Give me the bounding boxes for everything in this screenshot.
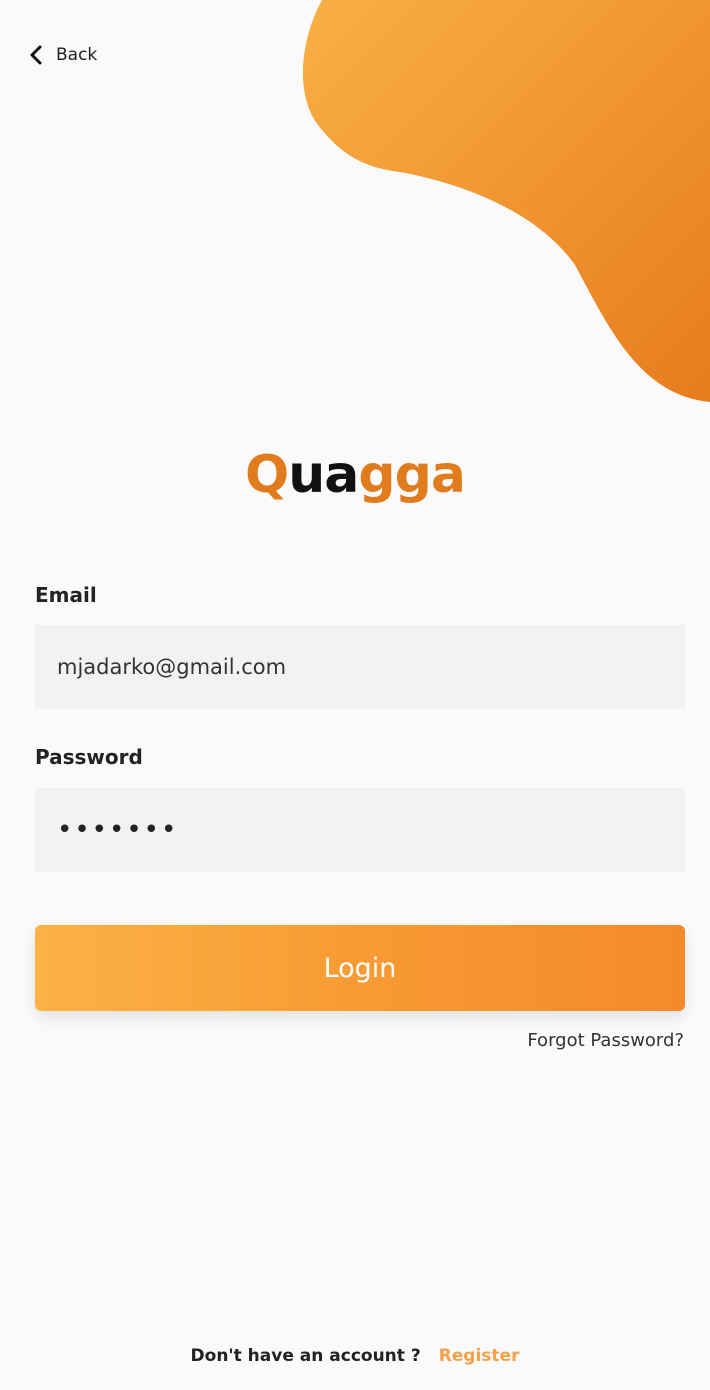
no-account-text: Don't have an account ? [190, 1346, 421, 1366]
brand-letter: a [430, 445, 466, 505]
email-field[interactable] [35, 625, 685, 709]
login-screen: Back Quagga Email Password ••••••• Login… [0, 0, 710, 1390]
brand-letter: g [394, 445, 432, 505]
brand-letter: g [358, 445, 395, 505]
back-button[interactable]: Back [28, 44, 97, 66]
brand-letter: a [324, 445, 359, 505]
forgot-password-link[interactable]: Forgot Password? [527, 1030, 684, 1051]
brand-letter: Q [245, 445, 289, 505]
register-link[interactable]: Register [439, 1346, 520, 1366]
password-field[interactable]: ••••••• [35, 788, 685, 872]
brand-logo: Quagga [0, 445, 710, 505]
chevron-left-icon [30, 45, 42, 65]
back-label: Back [56, 45, 98, 65]
password-label: Password [35, 745, 143, 769]
email-label: Email [35, 583, 97, 607]
register-prompt: Don't have an account ? Register [0, 1346, 710, 1366]
login-button[interactable]: Login [35, 925, 685, 1011]
decorative-blob [302, 0, 710, 402]
brand-letter: u [288, 445, 325, 505]
